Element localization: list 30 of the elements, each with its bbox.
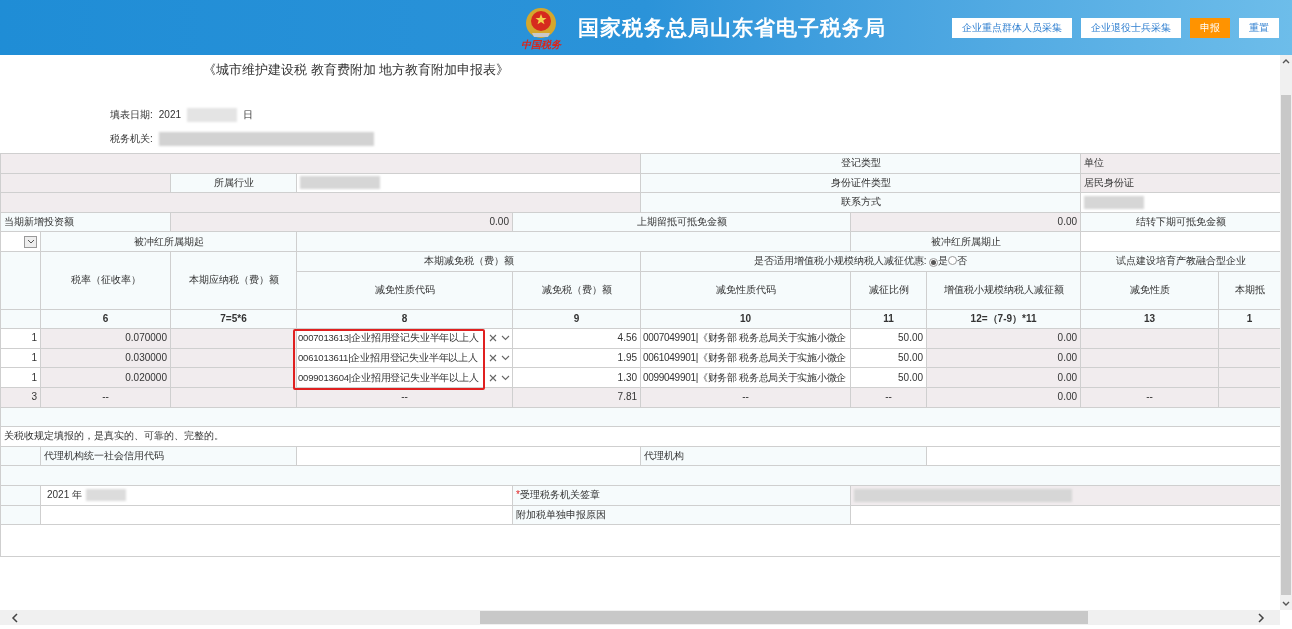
header-cell: 本期抵 xyxy=(1218,271,1280,310)
header-cell: 税率（征收率） xyxy=(40,251,171,310)
table-cell: 1 xyxy=(0,348,41,368)
logo-caption: 中国税务 xyxy=(521,39,561,50)
table-cell: 1 xyxy=(0,367,41,388)
declaration-text: 关税收规定填报的，是真实的、可靠的、完整的。 xyxy=(0,426,1280,447)
header-cell: 增值税小规模纳税人减征额 xyxy=(926,271,1081,310)
field-label: 填表日期: xyxy=(110,108,153,122)
date-text: 2021 xyxy=(158,108,182,122)
question-text: 是否适用增值税小规模纳税人减征优惠: xyxy=(753,255,927,267)
table-cell: 单位 xyxy=(1080,153,1280,174)
date-text: 日 xyxy=(243,108,254,122)
header-cell: 本期应纳税（费）额 xyxy=(170,251,297,310)
header-button[interactable]: 重置 xyxy=(1239,17,1279,38)
table-cell: 3 xyxy=(0,387,41,408)
header-cell: 减免性质代码 xyxy=(296,271,513,310)
header-cell: 减免性质代码 xyxy=(640,271,851,310)
form-title: 《城市维护建设税 教育费附加 地方教育附加申报表》 xyxy=(203,61,510,79)
radio-label[interactable]: 是 xyxy=(938,255,949,267)
site-title: 国家税务总局山东省电子税务局 xyxy=(578,14,886,41)
field-label: 税务机关: xyxy=(110,132,153,146)
header-cell: 当期新增投资额 xyxy=(0,212,171,232)
header-cell: 减征比例 xyxy=(850,271,927,310)
radio-label[interactable]: 否 xyxy=(957,255,968,267)
header-cell: 登记类型 xyxy=(640,153,1081,174)
table-cell: 1 xyxy=(0,328,41,349)
header-cell: 减免税（费）额 xyxy=(512,271,641,310)
header-button[interactable]: 企业重点群体人员采集 xyxy=(952,17,1072,38)
header-button[interactable]: 企业退役士兵采集 xyxy=(1081,17,1181,38)
header-cell: 减免性质 xyxy=(1080,271,1219,310)
